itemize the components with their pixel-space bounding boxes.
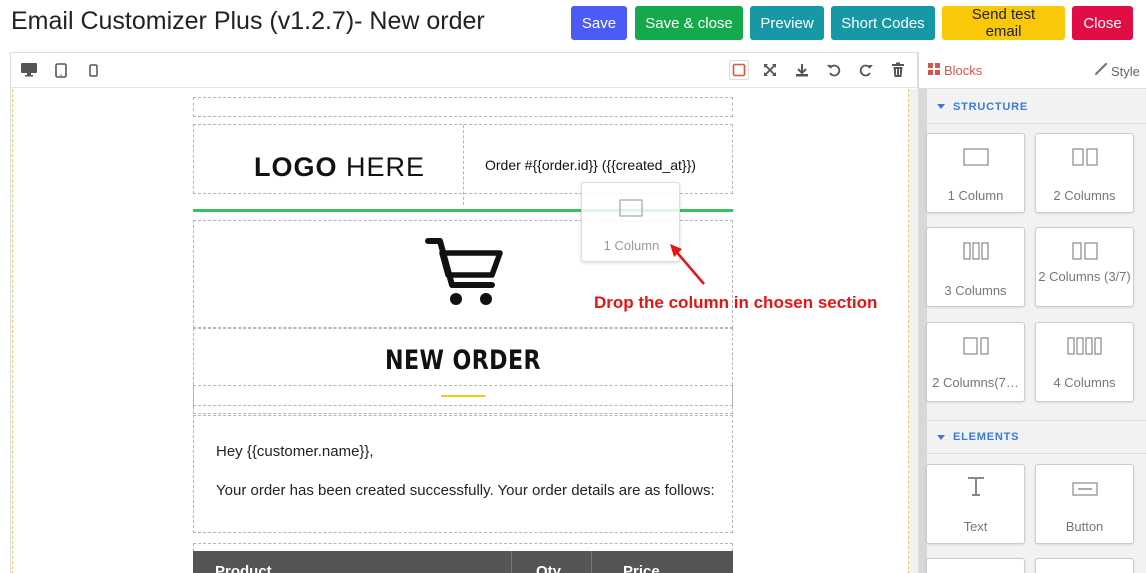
greeting-text: Hey {{customer.name}}, <box>216 443 374 460</box>
heading-divider <box>441 395 485 397</box>
block-2-columns-3-7[interactable]: 2 Columns (3/7) <box>1035 227 1134 307</box>
email-template: LOGO HERE Order #{{order.id}} ({{created… <box>193 89 733 573</box>
tab-blocks[interactable]: Blocks <box>928 63 982 78</box>
table-header-qty: Qty <box>536 563 562 573</box>
block-label: Text <box>963 519 988 534</box>
order-number-text: Order #{{order.id}} ({{created_at}}) <box>485 157 696 173</box>
logo-placeholder: LOGO HERE <box>254 152 426 182</box>
block-button[interactable]: Button <box>1035 464 1134 544</box>
editor-toolbar <box>11 53 917 88</box>
two-columns-3-7-icon <box>1036 242 1133 264</box>
elements-section-header[interactable]: ELEMENTS <box>927 420 1146 454</box>
block-partial[interactable] <box>1035 558 1134 573</box>
caret-down-icon <box>937 434 945 440</box>
caret-down-icon <box>937 104 945 109</box>
two-columns-icon <box>1036 148 1133 170</box>
four-columns-icon <box>1036 337 1133 359</box>
panel-tabs: Blocks Style <box>919 52 1146 89</box>
block-partial[interactable] <box>926 558 1025 573</box>
shopping-cart-icon <box>424 235 504 314</box>
three-columns-icon <box>927 242 1024 264</box>
dragged-block-ghost: 1 Column <box>581 182 680 262</box>
annotation-arrow-icon <box>668 241 708 292</box>
paintbrush-icon <box>1094 62 1108 79</box>
order-table-header: Product Qty Price <box>193 551 733 573</box>
close-button[interactable]: Close <box>1072 6 1133 40</box>
app-title: Email Customizer Plus (v1.2.7)- New orde… <box>11 7 485 35</box>
desktop-icon[interactable] <box>19 60 39 80</box>
tab-style-label: Style <box>1111 63 1140 79</box>
two-columns-7-3-icon <box>927 337 1024 359</box>
table-header-product: Product <box>215 563 272 573</box>
app-header: Email Customizer Plus (v1.2.7)- New orde… <box>0 0 1146 50</box>
preheader-row[interactable] <box>193 97 733 117</box>
block-text[interactable]: Text <box>926 464 1025 544</box>
redo-icon[interactable] <box>856 60 876 80</box>
download-icon[interactable] <box>792 60 812 80</box>
send-test-email-button[interactable]: Send test email <box>942 6 1065 40</box>
one-column-icon <box>927 148 1024 170</box>
tablet-icon[interactable] <box>51 60 71 80</box>
table-header-price: Price <box>623 563 660 573</box>
block-2-columns-7-3[interactable]: 2 Columns(7… <box>926 322 1025 402</box>
drop-instruction-note: Drop the column in chosen section <box>594 293 878 312</box>
one-column-icon <box>619 199 643 222</box>
fullscreen-icon[interactable] <box>760 60 780 80</box>
block-2-columns[interactable]: 2 Columns <box>1035 133 1134 213</box>
tab-blocks-label: Blocks <box>944 63 983 78</box>
block-1-column[interactable]: 1 Column <box>926 133 1025 213</box>
structure-section-header[interactable]: STRUCTURE <box>927 90 1146 124</box>
email-canvas[interactable]: LOGO HERE Order #{{order.id}} ({{created… <box>12 89 909 573</box>
block-label: 2 Columns (3/7) <box>1038 269 1131 284</box>
undo-icon[interactable] <box>824 60 844 80</box>
block-label: 3 Columns <box>944 283 1007 298</box>
editor-frame: LOGO HERE Order #{{order.id}} ({{created… <box>10 52 918 573</box>
grid-icon <box>928 63 940 78</box>
block-label: 2 Columns(7… <box>932 375 1019 390</box>
save-button[interactable]: Save <box>571 6 627 40</box>
elements-title: ELEMENTS <box>953 431 1020 443</box>
blocks-panel: Blocks Style STRUCTURE 1 Column 2 Column… <box>918 52 1146 573</box>
block-label: 4 Columns <box>1053 375 1116 390</box>
save-close-button[interactable]: Save & close <box>635 6 743 40</box>
preview-button[interactable]: Preview <box>750 6 824 40</box>
block-3-columns[interactable]: 3 Columns <box>926 227 1025 307</box>
structure-title: STRUCTURE <box>953 100 1029 113</box>
short-codes-button[interactable]: Short Codes <box>831 6 935 40</box>
button-icon <box>1036 482 1133 504</box>
mobile-icon[interactable] <box>83 60 103 80</box>
block-label: 1 Column <box>947 188 1004 203</box>
message-row[interactable] <box>193 415 733 533</box>
text-icon <box>927 475 1024 497</box>
trash-icon[interactable] <box>888 60 908 80</box>
block-4-columns[interactable]: 4 Columns <box>1035 322 1134 402</box>
order-message-text: Your order has been created successfully… <box>216 482 715 499</box>
logo-cell[interactable]: LOGO HERE <box>194 125 464 205</box>
block-label: 2 Columns <box>1053 188 1116 203</box>
ghost-label: 1 Column <box>603 238 660 253</box>
block-label: Button <box>1065 519 1104 534</box>
canvas-scrollbar[interactable] <box>909 89 918 573</box>
email-heading: NEW ORDER <box>385 345 541 376</box>
tab-style[interactable]: Style <box>1094 62 1140 79</box>
border-toggle-icon[interactable] <box>729 60 749 80</box>
